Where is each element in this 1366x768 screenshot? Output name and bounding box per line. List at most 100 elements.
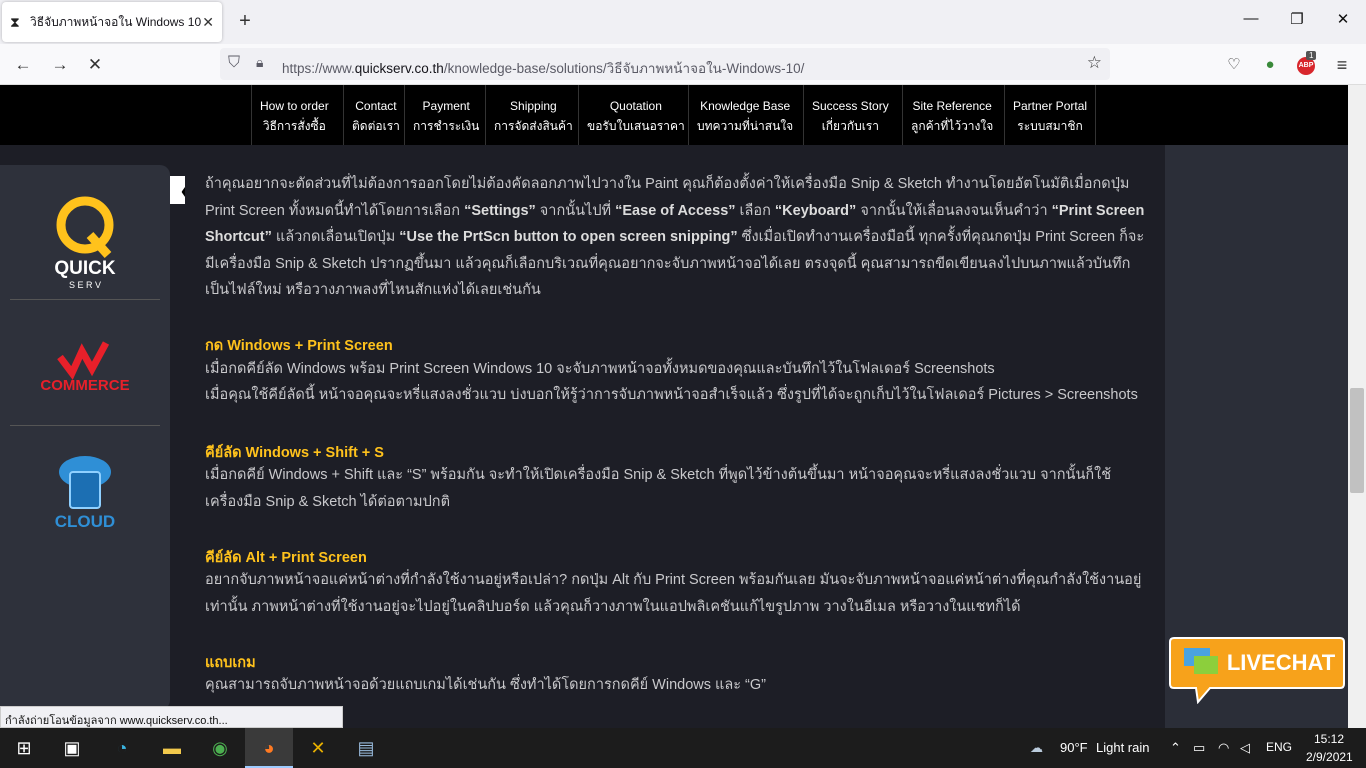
nav-label-th: ขอรับใบเสนอราคา bbox=[587, 119, 685, 133]
sidebar-divider bbox=[10, 299, 160, 300]
windows-start-icon[interactable]: ⊞ bbox=[0, 728, 48, 768]
article-content: ถ้าคุณอยากจะตัดส่วนที่ไม่ต้องการออกโดยไม… bbox=[185, 145, 1165, 728]
sidebar-divider bbox=[10, 425, 160, 426]
cloud-text: CLOUD bbox=[55, 512, 115, 531]
site-navigation: How to order วิธีการสั่งซื้อ Contact ติดต่… bbox=[0, 85, 1366, 145]
status-bar: กำลังถ่ายโอนข้อมูลจาก www.quickserv.co.t… bbox=[0, 706, 343, 728]
nav-label-th: ติดต่อเรา bbox=[352, 119, 400, 133]
paragraph-snip-settings: ถ้าคุณอยากจะตัดส่วนที่ไม่ต้องการออกโดยไม… bbox=[205, 171, 1145, 304]
windows-taskbar: ⊞ ▣ ◔ ▬ ◉ ◕ ✕ ▤ ☁ 90°F Light rain ⌃ ▭ ◠ … bbox=[0, 728, 1366, 768]
nav-item-site-reference[interactable]: Site Reference ลูกค้าที่ไว้วางใจ bbox=[902, 85, 1001, 145]
text-bold: “Use the PrtScn button to open screen sn… bbox=[399, 229, 738, 245]
nav-label-th: เกี่ยวกับเรา bbox=[821, 119, 879, 133]
forward-arrow-icon[interactable]: → bbox=[47, 52, 73, 78]
scrollbar-thumb[interactable] bbox=[1350, 388, 1364, 493]
text-bold: “Settings” bbox=[464, 202, 536, 219]
browser-tab-bar: ⧗ วิธีจับภาพหน้าจอใน Windows 10 ✕ + — ❐ … bbox=[0, 0, 1366, 44]
nav-label-en: Knowledge Base bbox=[700, 99, 791, 113]
weather-text[interactable]: Light rain bbox=[1096, 740, 1149, 755]
close-tab-icon[interactable]: ✕ bbox=[202, 14, 214, 31]
nav-item-how-to-order[interactable]: How to order วิธีการสั่งซื้อ bbox=[251, 85, 337, 145]
address-bar[interactable]: ⛉ 🔒︎ https://www.quickserv.co.th/knowled… bbox=[220, 48, 1110, 80]
file-explorer-icon[interactable]: ▬ bbox=[148, 728, 196, 768]
livechat-text: LIVECHAT bbox=[1227, 650, 1336, 675]
url-path: /knowledge-base/solutions/วิธีจับภาพหน้า… bbox=[443, 61, 805, 76]
hourglass-icon: ⧗ bbox=[10, 13, 20, 30]
wifi-icon[interactable]: ◠ bbox=[1218, 740, 1229, 756]
extension-icon[interactable]: ● bbox=[1257, 52, 1283, 78]
heading-game-bar: แถบเกม bbox=[205, 655, 256, 671]
browser-tab[interactable]: ⧗ วิธีจับภาพหน้าจอใน Windows 10 ✕ bbox=[2, 2, 222, 42]
paragraph-screenshots-folder: เมื่อคุณใช้คีย์ลัดนี้ หน้าจอคุณจะหรี่แสง… bbox=[205, 387, 1138, 403]
show-hidden-icons-icon[interactable]: ⌃ bbox=[1170, 740, 1181, 756]
cloud-logo[interactable]: CLOUD bbox=[10, 450, 160, 540]
clock-date[interactable]: 2/9/2021 bbox=[1306, 750, 1353, 764]
clock-time[interactable]: 15:12 bbox=[1314, 732, 1344, 746]
nav-label-th: วิธีการสั่งซื้อ bbox=[262, 119, 326, 133]
url-host: quickserv.co.th bbox=[354, 61, 444, 76]
chrome-icon[interactable]: ◉ bbox=[196, 728, 244, 768]
nav-label-en: Payment bbox=[422, 99, 470, 113]
paragraph-win-prtsc: เมื่อกดคีย์ลัด Windows พร้อม Print Scree… bbox=[205, 361, 995, 377]
nav-item-quotation[interactable]: Quotation ขอรับใบเสนอราคา bbox=[578, 85, 693, 145]
paragraph-win-shift-s: เมื่อกดคีย์ Windows + Shift และ “S” พร้อ… bbox=[205, 467, 1112, 510]
stop-loading-icon[interactable]: ✕ bbox=[82, 52, 108, 78]
nav-label-th: การจัดส่งสินค้า bbox=[494, 119, 573, 133]
commerce-text: COMMERCE bbox=[40, 377, 129, 394]
nav-item-partner-portal[interactable]: Partner Portal ระบบสมาชิก bbox=[1004, 85, 1097, 145]
nav-label-en: How to order bbox=[260, 99, 329, 113]
nav-item-contact[interactable]: Contact ติดต่อเรา bbox=[343, 85, 408, 145]
pocket-icon[interactable]: ♡ bbox=[1221, 52, 1247, 78]
commerce-logo[interactable]: COMMERCE bbox=[10, 325, 160, 405]
brand-sidebar: QUICK S E R V COMMERCE CLOUD bbox=[0, 165, 170, 710]
minimize-button[interactable]: — bbox=[1228, 10, 1274, 34]
app-icon[interactable]: ✕ bbox=[294, 728, 342, 768]
nav-label-th: การชำระเงิน bbox=[413, 119, 480, 133]
url-text[interactable]: https://www.quickserv.co.th/knowledge-ba… bbox=[282, 57, 804, 79]
paragraph-alt-prtsc: อยากจับภาพหน้าจอแค่หน้าต่างที่กำลังใช้งา… bbox=[205, 572, 1142, 615]
heading-windows-print-screen: กด Windows + Print Screen bbox=[205, 338, 393, 354]
nav-label-en: Partner Portal bbox=[1013, 99, 1088, 113]
adblock-count-badge: 1 bbox=[1306, 51, 1317, 60]
edge-icon[interactable]: ◔ bbox=[98, 728, 146, 768]
language-indicator[interactable]: ENG bbox=[1266, 740, 1292, 754]
close-window-button[interactable]: ✕ bbox=[1320, 10, 1366, 34]
nav-item-shipping[interactable]: Shipping การจัดส่งสินค้า bbox=[485, 85, 581, 145]
text-bold: “Ease of Access” bbox=[615, 202, 736, 219]
restore-button[interactable]: ❐ bbox=[1274, 10, 1320, 34]
text-segment: เลือก bbox=[735, 202, 775, 219]
nav-label-en: Quotation bbox=[609, 99, 662, 113]
heading-alt-print-screen: คีย์ลัด Alt + Print Screen bbox=[205, 550, 367, 566]
lock-icon[interactable]: 🔒︎ bbox=[256, 54, 263, 71]
battery-icon[interactable]: ▭ bbox=[1193, 740, 1205, 756]
nav-item-knowledge-base[interactable]: Knowledge Base บทความที่น่าสนใจ bbox=[688, 85, 801, 145]
nav-item-success-story[interactable]: Success Story เกี่ยวกับเรา bbox=[803, 85, 897, 145]
quickserv-logo[interactable]: QUICK S E R V bbox=[10, 185, 160, 295]
speaker-icon[interactable]: ◁ bbox=[1240, 740, 1250, 756]
heading-win-shift-s: คีย์ลัด Windows + Shift + S bbox=[205, 445, 384, 461]
text-segment: แล้วกดเลื่อนเปิดปุ่ม bbox=[271, 229, 400, 245]
shield-icon[interactable]: ⛉ bbox=[228, 54, 240, 72]
nav-label-en: Success Story bbox=[812, 99, 889, 113]
back-arrow-icon[interactable]: ← bbox=[10, 52, 36, 78]
notepad-icon[interactable]: ▤ bbox=[342, 728, 390, 768]
weather-temp[interactable]: 90°F bbox=[1060, 740, 1088, 755]
text-segment: จากนั้นไปที่ bbox=[535, 202, 616, 219]
menu-hamburger-icon[interactable]: ≡ bbox=[1329, 52, 1355, 78]
new-tab-button[interactable]: + bbox=[232, 8, 258, 34]
paragraph-game-bar: คุณสามารถจับภาพหน้าจอด้วยแถบเกมได้เช่นกั… bbox=[205, 677, 766, 693]
firefox-icon[interactable]: ◕ bbox=[245, 728, 293, 768]
text-bold: “Keyboard” bbox=[774, 202, 857, 219]
weather-icon: ☁ bbox=[1030, 740, 1043, 755]
livechat-button[interactable]: LIVECHAT bbox=[1168, 634, 1346, 705]
nav-label-en: Contact bbox=[355, 99, 397, 113]
nav-label-en: Site Reference bbox=[912, 99, 992, 113]
nav-label-en: Shipping bbox=[510, 99, 557, 113]
nav-item-payment[interactable]: Payment การชำระเงิน bbox=[404, 85, 487, 145]
bookmark-star-icon[interactable]: ☆ bbox=[1087, 53, 1102, 73]
task-view-icon[interactable]: ▣ bbox=[48, 728, 96, 768]
text-segment: จากนั้นให้เลื่อนลงจนเห็นคำว่า bbox=[856, 202, 1052, 219]
serv-text: S E R V bbox=[69, 280, 101, 290]
nav-label-th: บทความที่น่าสนใจ bbox=[697, 119, 794, 133]
tab-title: วิธีจับภาพหน้าจอใน Windows 10 bbox=[30, 14, 202, 29]
